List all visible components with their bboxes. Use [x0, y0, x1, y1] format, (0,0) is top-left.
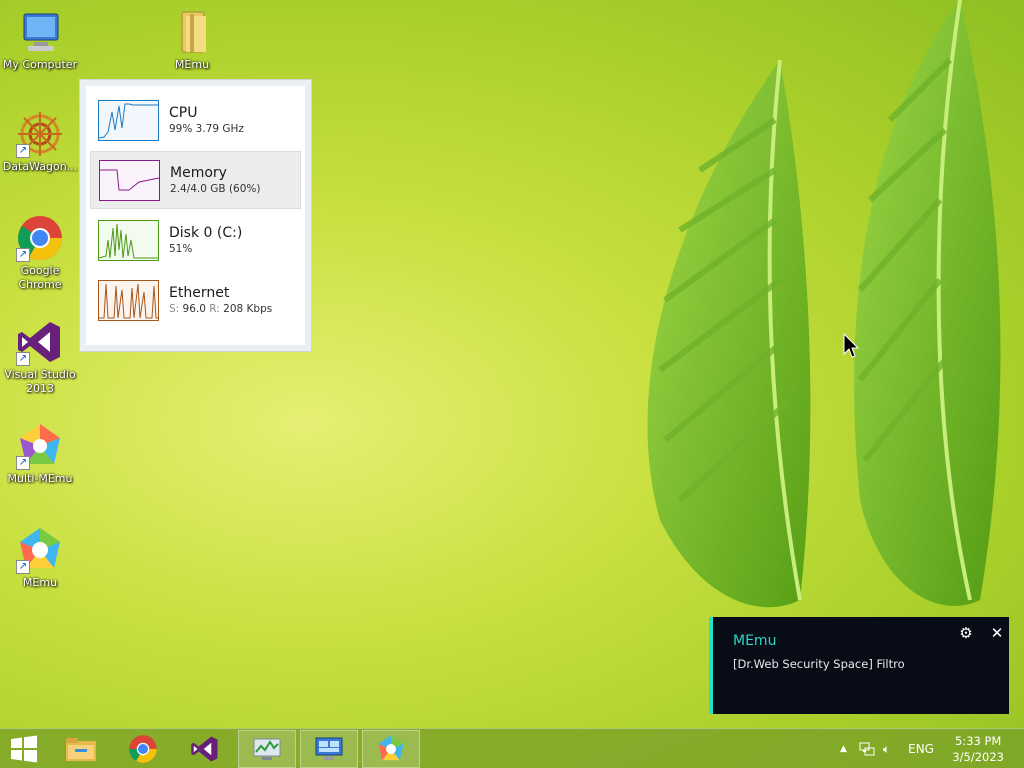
memory-graph	[99, 159, 160, 201]
perf-item-value: 99% 3.79 GHz	[169, 123, 244, 135]
desktop-icon-label: Multi-MEmu	[7, 472, 73, 485]
volume-icon[interactable]: 🔈︎	[883, 742, 890, 757]
clock-date: 3/5/2023	[952, 750, 1004, 764]
perf-item-value: 51%	[169, 243, 193, 255]
taskbar-memu[interactable]	[362, 730, 420, 768]
perf-item-value: 2.4/4.0 GB (60%)	[170, 183, 261, 195]
shortcut-arrow-icon: ↗	[16, 560, 30, 574]
shortcut-arrow-icon: ↗	[16, 352, 30, 366]
multi-memu-icon: ↗	[16, 422, 64, 470]
folder-icon	[168, 8, 216, 56]
toast-close-icon[interactable]: ✕	[987, 623, 1007, 643]
start-button[interactable]	[0, 730, 48, 768]
shortcut-arrow-icon: ↗	[16, 248, 30, 262]
taskbar-remote-desktop[interactable]	[300, 730, 358, 768]
taskbar: ▲ 🔈︎ ENG 5:33 PM 3/5/2023	[0, 728, 1024, 768]
taskbar-clock[interactable]: 5:33 PM 3/5/2023	[952, 733, 1004, 765]
desktop-icon-label: Visual Studio 2013	[4, 368, 76, 395]
desktop-icon-label: MEmu	[22, 576, 58, 589]
shortcut-arrow-icon: ↗	[16, 144, 30, 158]
file-explorer-icon	[66, 738, 96, 761]
perf-item-name: Ethernet	[169, 285, 230, 301]
desktop-icon-memu[interactable]: ↗ MEmu	[0, 526, 80, 590]
task-manager-icon	[253, 738, 281, 760]
desktop-icon-label: Google Chrome	[18, 264, 62, 291]
disk-graph	[98, 219, 159, 261]
taskbar-visual-studio[interactable]	[176, 730, 234, 768]
toast-settings-icon[interactable]: ⚙	[956, 623, 976, 643]
perf-item-name: Memory	[170, 165, 227, 181]
desktop-icon-datawagon[interactable]: ↗ DataWagon...	[0, 110, 80, 174]
desktop-icon-label: My Computer	[2, 58, 78, 71]
desktop-icon-memu-downloads[interactable]: MEmu Downloads	[152, 8, 232, 72]
perf-item-name: CPU	[169, 105, 198, 121]
cpu-graph	[98, 99, 159, 141]
ethernet-graph	[98, 279, 159, 321]
shortcut-arrow-icon: ↗	[16, 456, 30, 470]
perf-item-ethernet[interactable]: Ethernet S: 96.0 R: 208 Kbps	[90, 271, 301, 329]
desktop-icon-multi-memu[interactable]: ↗ Multi-MEmu	[0, 422, 80, 486]
perf-item-name: Disk 0 (C:)	[169, 225, 243, 241]
toast-title: MEmu	[733, 633, 777, 649]
system-tray: ▲ 🔈︎ ENG	[840, 729, 934, 768]
show-hidden-icons-chevron-up-icon[interactable]: ▲	[840, 744, 847, 754]
datawagon-icon: ↗	[16, 110, 64, 158]
taskbar-google-chrome[interactable]	[114, 730, 172, 768]
perf-item-value: S: 96.0 R: 208 Kbps	[169, 303, 273, 315]
perf-item-disk[interactable]: Disk 0 (C:) 51%	[90, 211, 301, 269]
mouse-pointer-icon	[843, 333, 859, 358]
desktop-icon-google-chrome[interactable]: ↗ Google Chrome	[0, 214, 80, 292]
visual-studio-icon: ↗	[16, 318, 64, 366]
toast-message: [Dr.Web Security Space] Filtro	[733, 657, 905, 671]
windows-logo-icon	[11, 735, 37, 763]
taskbar-task-manager[interactable]	[238, 730, 296, 768]
remote-desktop-icon	[315, 737, 343, 760]
memu-icon: ↗	[16, 526, 64, 574]
chrome-icon	[129, 735, 157, 763]
network-icon[interactable]	[859, 742, 875, 756]
desktop-icon-label: DataWagon...	[2, 160, 78, 173]
computer-icon	[16, 8, 64, 56]
perf-item-memory[interactable]: Memory 2.4/4.0 GB (60%)	[90, 151, 301, 209]
memu-icon	[378, 735, 404, 761]
clock-time: 5:33 PM	[955, 734, 1002, 748]
perf-item-cpu[interactable]: CPU 99% 3.79 GHz	[90, 91, 301, 149]
notification-toast[interactable]: MEmu [Dr.Web Security Space] Filtro ⚙ ✕	[709, 617, 1009, 714]
desktop-icon-my-computer[interactable]: My Computer	[0, 8, 80, 72]
visual-studio-icon	[191, 736, 218, 762]
language-indicator[interactable]: ENG	[908, 742, 934, 756]
taskbar-file-explorer[interactable]	[52, 730, 110, 768]
chrome-icon: ↗	[16, 214, 64, 262]
desktop-icon-visual-studio[interactable]: ↗ Visual Studio 2013	[0, 318, 80, 396]
performance-summary-panel: CPU 99% 3.79 GHz Memory 2.4/4.0 GB (60%)…	[79, 79, 312, 352]
desktop-icon-label: MEmu Downloads	[174, 58, 210, 71]
